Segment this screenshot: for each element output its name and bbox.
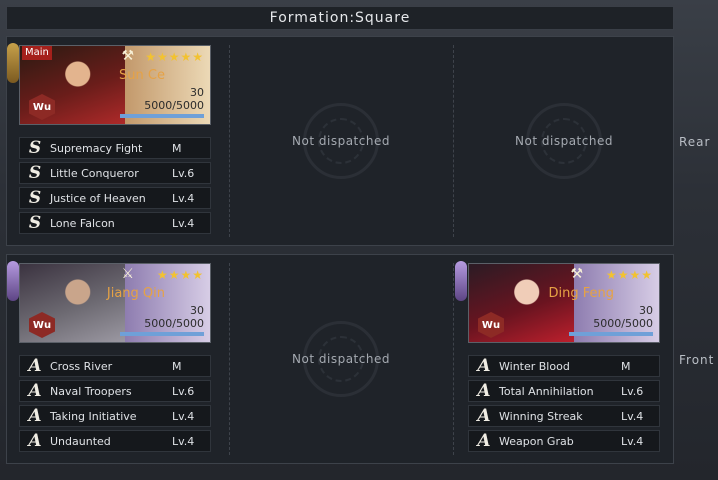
- skill-grade: A: [477, 381, 491, 401]
- star-rating: ★★★★: [156, 268, 204, 282]
- skill-level: Lv.4: [172, 434, 195, 448]
- not-dispatched-label: Not dispatched: [292, 134, 390, 148]
- skill-grade: S: [28, 138, 42, 158]
- skill-level: Lv.4: [621, 434, 644, 448]
- rear-label: Rear: [679, 135, 711, 149]
- troop-bar-fill: [120, 332, 204, 336]
- main-badge: Main: [22, 46, 52, 60]
- star-rating: ★★★★: [605, 268, 653, 282]
- skill-level: M: [621, 359, 631, 373]
- skill-list: S Supremacy Fight M S Little Conqueror Lv.6 …: [19, 137, 211, 237]
- skill-level: Lv.4: [172, 191, 195, 205]
- skill-list: A Winter Blood M A Total Annihilation Lv.6 A…: [468, 355, 660, 455]
- troop-bar: [120, 332, 204, 336]
- skill-level: M: [172, 141, 182, 155]
- formation-title: Formation:Square: [6, 6, 674, 30]
- rear-slot-1[interactable]: Main ⚒ ★★★★★ Sun Ce 30 5000/5000 Wu S Sup…: [7, 37, 229, 245]
- hero-level: 30: [190, 86, 204, 99]
- hero-card-sun-ce[interactable]: Main ⚒ ★★★★★ Sun Ce 30 5000/5000 Wu: [19, 45, 211, 125]
- skill-level: Lv.6: [172, 166, 195, 180]
- skill-row[interactable]: A Taking Initiative Lv.4: [19, 405, 211, 427]
- front-slot-1[interactable]: ⚔ ★★★★ Jiang Qin 30 5000/5000 Wu A Cross …: [7, 255, 229, 463]
- frame-ornament-icon: [7, 43, 19, 83]
- skill-list: A Cross River M A Naval Troopers Lv.6 A Takin…: [19, 355, 211, 455]
- not-dispatched-label: Not dispatched: [292, 352, 390, 366]
- hero-card-ding-feng[interactable]: ⚒ ★★★★ Ding Feng 30 5000/5000 Wu: [468, 263, 660, 343]
- skill-grade: A: [28, 431, 42, 451]
- front-label: Front: [679, 353, 715, 367]
- skill-name: Undaunted: [50, 434, 111, 448]
- skill-name: Naval Troopers: [50, 384, 132, 398]
- skill-row[interactable]: S Lone Falcon Lv.4: [19, 212, 211, 234]
- troop-count: 5000/5000: [593, 317, 653, 330]
- troop-bar: [569, 332, 653, 336]
- skill-name: Lone Falcon: [50, 216, 115, 230]
- rear-slot-2-empty[interactable]: Not dispatched: [229, 37, 453, 245]
- skill-level: Lv.6: [172, 384, 195, 398]
- skill-row[interactable]: S Supremacy Fight M: [19, 137, 211, 159]
- skill-grade: A: [28, 356, 42, 376]
- skill-name: Supremacy Fight: [50, 141, 143, 155]
- frame-ornament-icon: [7, 261, 19, 301]
- skill-name: Justice of Heaven: [50, 191, 146, 205]
- skill-grade: A: [477, 431, 491, 451]
- skill-grade: S: [28, 213, 42, 233]
- axe-icon: ⚒: [570, 266, 583, 282]
- skill-row[interactable]: A Weapon Grab Lv.4: [468, 430, 660, 452]
- skill-level: M: [172, 359, 182, 373]
- axe-icon: ⚒: [121, 48, 134, 64]
- skill-level: Lv.4: [621, 409, 644, 423]
- hero-name: Ding Feng: [548, 286, 614, 301]
- troop-bar-fill: [120, 114, 204, 118]
- skill-grade: S: [28, 188, 42, 208]
- skill-row[interactable]: A Naval Troopers Lv.6: [19, 380, 211, 402]
- hero-level: 30: [639, 304, 653, 317]
- frame-ornament-icon: [455, 261, 467, 301]
- not-dispatched-label: Not dispatched: [515, 134, 613, 148]
- star-rating: ★★★★★: [145, 50, 204, 64]
- front-slot-3[interactable]: ⚒ ★★★★ Ding Feng 30 5000/5000 Wu A Winter…: [453, 255, 675, 463]
- skill-name: Little Conqueror: [50, 166, 139, 180]
- skill-grade: A: [28, 406, 42, 426]
- troop-bar-fill: [569, 332, 653, 336]
- skill-row[interactable]: A Winter Blood M: [468, 355, 660, 377]
- troop-bar: [120, 114, 204, 118]
- skill-name: Total Annihilation: [499, 384, 594, 398]
- rear-row: Main ⚒ ★★★★★ Sun Ce 30 5000/5000 Wu S Sup…: [6, 36, 674, 246]
- skill-grade: A: [477, 406, 491, 426]
- skill-grade: A: [28, 381, 42, 401]
- swords-icon: ⚔: [121, 266, 134, 282]
- skill-level: Lv.4: [172, 409, 195, 423]
- skill-row[interactable]: A Undaunted Lv.4: [19, 430, 211, 452]
- hero-name: Jiang Qin: [106, 286, 165, 301]
- front-row: ⚔ ★★★★ Jiang Qin 30 5000/5000 Wu A Cross …: [6, 254, 674, 464]
- hero-card-jiang-qin[interactable]: ⚔ ★★★★ Jiang Qin 30 5000/5000 Wu: [19, 263, 211, 343]
- skill-row[interactable]: A Total Annihilation Lv.6: [468, 380, 660, 402]
- troop-count: 5000/5000: [144, 317, 204, 330]
- skill-name: Winning Streak: [499, 409, 583, 423]
- skill-grade: A: [477, 356, 491, 376]
- rear-slot-3-empty[interactable]: Not dispatched: [453, 37, 675, 245]
- skill-row[interactable]: A Cross River M: [19, 355, 211, 377]
- skill-name: Cross River: [50, 359, 113, 373]
- skill-row[interactable]: A Winning Streak Lv.4: [468, 405, 660, 427]
- hero-level: 30: [190, 304, 204, 317]
- hero-name: Sun Ce: [119, 68, 165, 83]
- skill-level: Lv.6: [621, 384, 644, 398]
- skill-name: Taking Initiative: [50, 409, 137, 423]
- front-slot-2-empty[interactable]: Not dispatched: [229, 255, 453, 463]
- skill-level: Lv.4: [172, 216, 195, 230]
- skill-name: Winter Blood: [499, 359, 570, 373]
- skill-grade: S: [28, 163, 42, 183]
- skill-row[interactable]: S Little Conqueror Lv.6: [19, 162, 211, 184]
- skill-name: Weapon Grab: [499, 434, 574, 448]
- troop-count: 5000/5000: [144, 99, 204, 112]
- skill-row[interactable]: S Justice of Heaven Lv.4: [19, 187, 211, 209]
